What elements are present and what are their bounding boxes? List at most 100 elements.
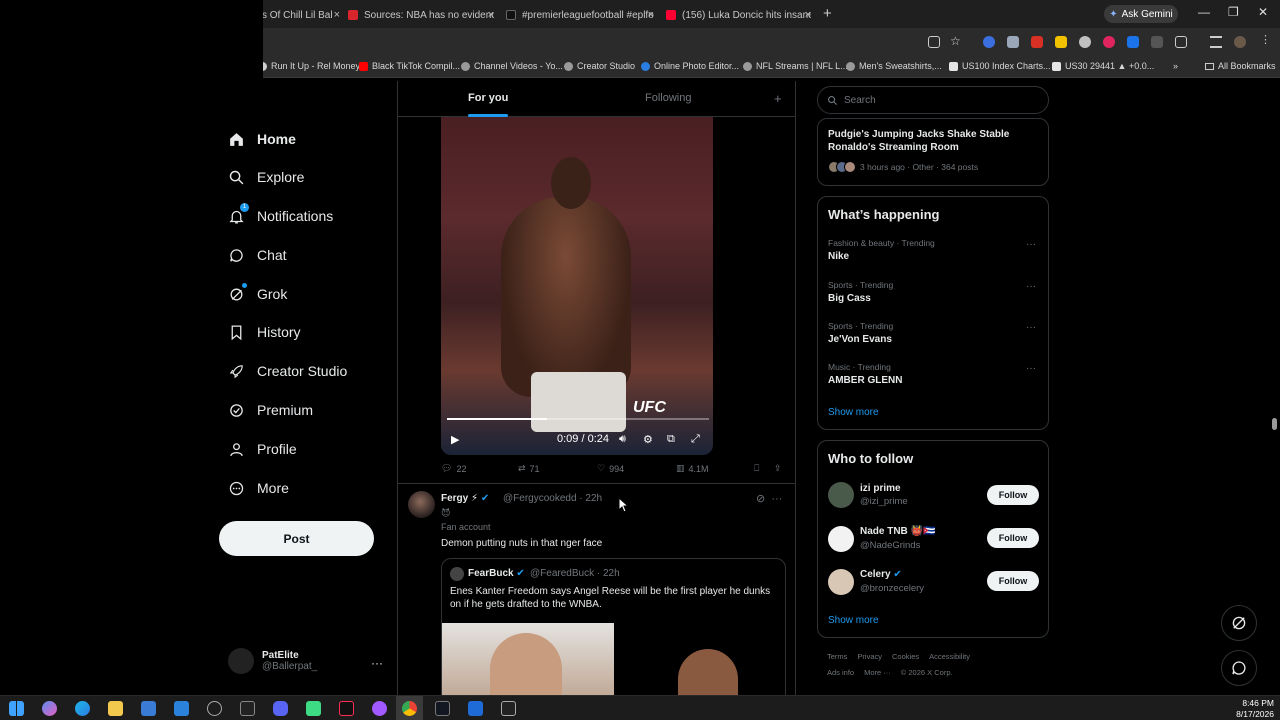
suggested-account-name[interactable]: Celery ✔ <box>860 569 902 580</box>
bookmarks-overflow-button[interactable]: » <box>1173 61 1178 71</box>
avatar[interactable] <box>828 569 854 595</box>
views-button[interactable]: ▥ 4.1M <box>676 463 709 474</box>
nav-more[interactable]: More <box>227 473 289 503</box>
system-clock[interactable]: 8:46 PM 8/17/2026 <box>1236 698 1274 720</box>
close-tab-icon[interactable]: × <box>648 9 654 21</box>
nav-grok[interactable]: Grok <box>227 279 287 309</box>
account-switcher[interactable]: PatElite @Ballerpat_ <box>228 648 317 674</box>
restore-button[interactable]: ❐ <box>1228 5 1239 19</box>
bookmark-item[interactable]: US100 Index Charts... <box>949 61 1051 71</box>
close-tab-icon[interactable]: × <box>334 9 340 21</box>
grok-fab-button[interactable] <box>1221 605 1257 641</box>
tiktok-icon[interactable] <box>339 701 354 716</box>
extension-icon[interactable] <box>1127 36 1139 48</box>
bookmark-item[interactable]: NFL Streams | NFL L... <box>743 61 848 71</box>
browser-tab[interactable]: s Of Chill Lil Bal × <box>262 4 340 26</box>
tweet-author-name[interactable]: Fergy ⚡ ✔ <box>441 493 489 504</box>
trends-show-more-link[interactable]: Show more <box>828 407 879 418</box>
like-button[interactable]: ♡ 994 <box>597 463 624 474</box>
bookmark-item[interactable]: US30 29441 ▲ +0.0... <box>1052 61 1154 71</box>
nav-notifications[interactable]: 1 Notifications <box>227 201 333 231</box>
trend-more-icon[interactable]: ··· <box>1026 363 1036 374</box>
profile-avatar-icon[interactable] <box>1234 36 1246 48</box>
account-more-icon[interactable]: ··· <box>371 656 383 670</box>
video-player[interactable]: UFC ▶ 0:09 / 0:24 🔊︎ ⚙ ⧉ ⤢ <box>441 117 713 455</box>
follow-button[interactable]: Follow <box>987 571 1039 591</box>
close-tab-icon[interactable]: × <box>805 9 811 21</box>
page-scrollbar[interactable] <box>1272 418 1277 430</box>
add-feed-icon[interactable]: + <box>774 91 782 106</box>
extension-icon[interactable] <box>1103 36 1115 48</box>
nav-creator-studio[interactable]: Creator Studio <box>227 356 347 386</box>
bookmark-star-icon[interactable]: ☆ <box>950 34 962 48</box>
browser-menu-icon[interactable]: ⋮ <box>1260 33 1272 46</box>
pip-icon[interactable]: ⧉ <box>667 433 675 446</box>
nav-explore[interactable]: Explore <box>227 162 304 192</box>
messages-fab-button[interactable] <box>1221 650 1257 686</box>
live-space-card[interactable]: Pudgie's Jumping Jacks Shake Stable Rona… <box>817 118 1049 186</box>
edge-icon[interactable] <box>75 701 90 716</box>
suggested-account-name[interactable]: Nade TNB 👹🇨🇺 <box>860 526 935 537</box>
play-icon[interactable]: ▶ <box>451 433 459 446</box>
extension-icon[interactable] <box>1079 36 1091 48</box>
video-progress-bar[interactable] <box>447 418 709 420</box>
bookmark-button[interactable]: ⎕ <box>754 463 759 474</box>
quoted-tweet[interactable]: FearBuck ✔ @FearedBuck · 22h Enes Kanter… <box>441 558 786 695</box>
nav-home[interactable]: Home <box>227 124 296 154</box>
close-tab-icon[interactable]: × <box>488 9 494 21</box>
chrome-icon[interactable] <box>402 701 417 716</box>
bookmark-item[interactable]: Online Photo Editor... <box>641 61 739 71</box>
reply-button[interactable]: 💬︎ 22 <box>441 463 466 474</box>
avatar[interactable] <box>828 482 854 508</box>
avatar[interactable] <box>408 491 435 518</box>
browser-tab[interactable]: (156) Luka Doncic hits insane sl × <box>666 4 811 26</box>
discord-icon[interactable] <box>273 701 288 716</box>
trend-name[interactable]: Je'Von Evans <box>828 334 892 345</box>
post-button[interactable]: Post <box>219 521 374 556</box>
share-button[interactable]: ⇪ <box>774 463 782 474</box>
footer-link[interactable]: Accessibility <box>929 652 970 661</box>
nav-history[interactable]: History <box>227 317 301 347</box>
fullscreen-icon[interactable]: ⤢ <box>691 433 700 446</box>
all-bookmarks-button[interactable]: All Bookmarks <box>1205 61 1276 71</box>
start-windows-icon[interactable] <box>9 701 24 716</box>
trend-name[interactable]: Nike <box>828 251 849 262</box>
tweet-more-icon[interactable]: ··· <box>771 493 782 505</box>
mail-icon[interactable] <box>174 701 189 716</box>
repost-button[interactable]: ⇄ 71 <box>518 463 540 474</box>
extension-icon[interactable] <box>1007 36 1019 48</box>
footer-link[interactable]: Privacy <box>857 652 882 661</box>
trend-more-icon[interactable]: ··· <box>1026 239 1036 250</box>
file-explorer-icon[interactable] <box>108 701 123 716</box>
volume-icon[interactable]: 🔊︎ <box>619 433 626 446</box>
trend-more-icon[interactable]: ··· <box>1026 322 1036 333</box>
app-icon[interactable] <box>501 701 516 716</box>
grok-icon[interactable]: ⊘ <box>756 493 765 505</box>
app-icon[interactable] <box>372 701 387 716</box>
app-icon[interactable] <box>207 701 222 716</box>
bookmark-item[interactable]: Men's Sweatshirts,... <box>846 61 942 71</box>
bookmark-item[interactable]: Black TikTok Compil... <box>359 61 460 71</box>
settings-gear-icon[interactable]: ⚙ <box>643 433 653 446</box>
suggested-account-name[interactable]: izi prime <box>860 483 901 494</box>
extension-icon[interactable] <box>1031 36 1043 48</box>
footer-link[interactable]: Cookies <box>892 652 919 661</box>
browser-tab[interactable]: #premierleaguefootball #eplfo × <box>506 4 654 26</box>
browser-tab[interactable]: Sources: NBA has no evidence × <box>348 4 494 26</box>
follow-button[interactable]: Follow <box>987 485 1039 505</box>
search-input[interactable]: Search <box>817 86 1049 114</box>
follow-button[interactable]: Follow <box>987 528 1039 548</box>
cast-icon[interactable] <box>928 36 940 48</box>
trend-name[interactable]: AMBER GLENN <box>828 375 902 386</box>
bookmark-item[interactable]: Channel Videos - Yo... <box>461 61 563 71</box>
extensions-puzzle-icon[interactable] <box>1175 36 1187 48</box>
extension-icon[interactable] <box>1055 36 1067 48</box>
quote-image[interactable] <box>678 649 738 695</box>
footer-link[interactable]: More ··· <box>864 668 891 677</box>
bookmark-item[interactable]: Run It Up - Rel Money <box>258 61 360 71</box>
footer-link[interactable]: Terms <box>827 652 847 661</box>
tradingview-icon[interactable] <box>435 701 450 716</box>
minimize-button[interactable]: — <box>1198 5 1210 19</box>
extension-icon[interactable] <box>1151 36 1163 48</box>
store-icon[interactable] <box>141 701 156 716</box>
